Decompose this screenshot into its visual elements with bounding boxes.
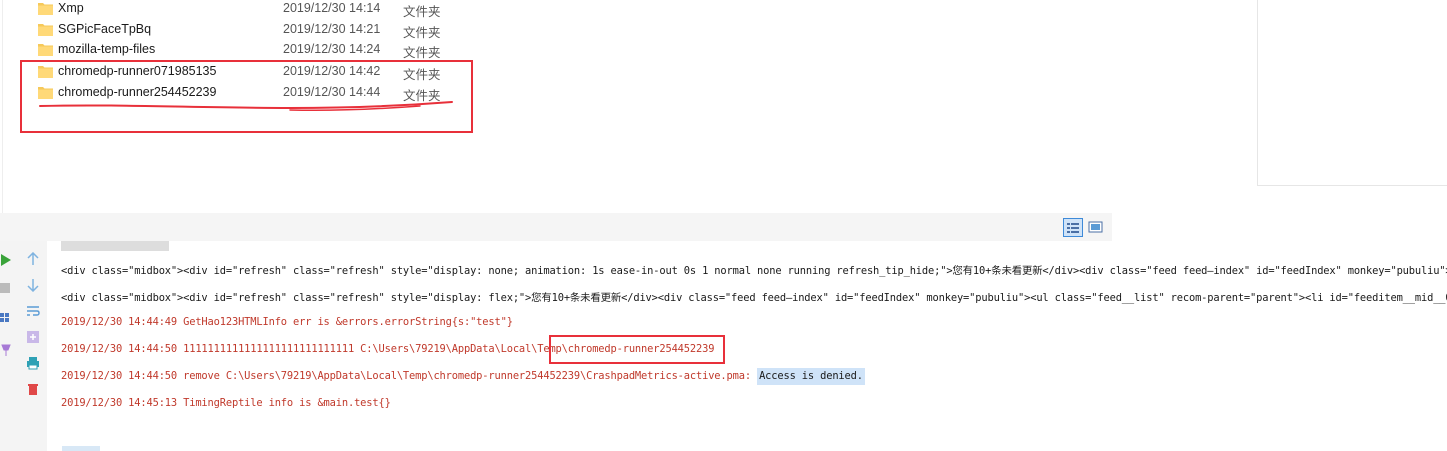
wrap-icon[interactable] bbox=[26, 304, 40, 318]
details-view-icon bbox=[1067, 223, 1079, 233]
preview-pane-divider[interactable] bbox=[1257, 0, 1258, 185]
run-icon[interactable] bbox=[0, 253, 14, 267]
layout-icon[interactable] bbox=[0, 311, 14, 325]
view-toolbar bbox=[0, 213, 1447, 241]
console-toolbar bbox=[0, 241, 47, 451]
large-icons-view-icon bbox=[1088, 221, 1103, 233]
log-line: 2019/12/30 14:44:49 GetHao123HTMLInfo er… bbox=[61, 316, 513, 328]
preview-pane-divider-horizontal bbox=[1257, 185, 1447, 186]
arrow-down-icon[interactable] bbox=[26, 278, 40, 292]
log-line: <div class="midbox"><div id="refresh" cl… bbox=[61, 265, 1447, 277]
log-line-text: 2019/12/30 14:44:50 remove C:\Users\7921… bbox=[61, 370, 758, 382]
details-view-button[interactable] bbox=[1063, 218, 1083, 237]
log-line: <div class="midbox"><div id="refresh" cl… bbox=[61, 292, 1447, 304]
log-line: 2019/12/30 14:44:50 remove C:\Users\7921… bbox=[61, 368, 865, 385]
large-icons-view-button[interactable] bbox=[1087, 218, 1107, 237]
annotation-box bbox=[549, 335, 725, 364]
console-scroll-button[interactable] bbox=[62, 446, 100, 451]
annotation-underline bbox=[39, 101, 453, 112]
pin-icon[interactable] bbox=[0, 343, 14, 357]
stop-icon[interactable] bbox=[0, 281, 14, 295]
export-icon[interactable] bbox=[26, 330, 40, 344]
run-console: <div class="midbox"><div id="refresh" cl… bbox=[0, 241, 1447, 451]
log-line: 2019/12/30 14:45:13 TimingReptile info i… bbox=[61, 397, 391, 409]
status-area bbox=[1112, 213, 1447, 241]
selected-text: Access is denied. bbox=[757, 368, 865, 385]
arrow-up-icon[interactable] bbox=[26, 252, 40, 266]
trash-icon[interactable] bbox=[26, 382, 40, 396]
console-tab[interactable] bbox=[61, 241, 169, 251]
file-explorer-pane: Xmp 2019/12/30 14:14 文件夹 SGPicFaceTpBq 2… bbox=[0, 0, 1447, 215]
print-icon[interactable] bbox=[26, 356, 40, 370]
